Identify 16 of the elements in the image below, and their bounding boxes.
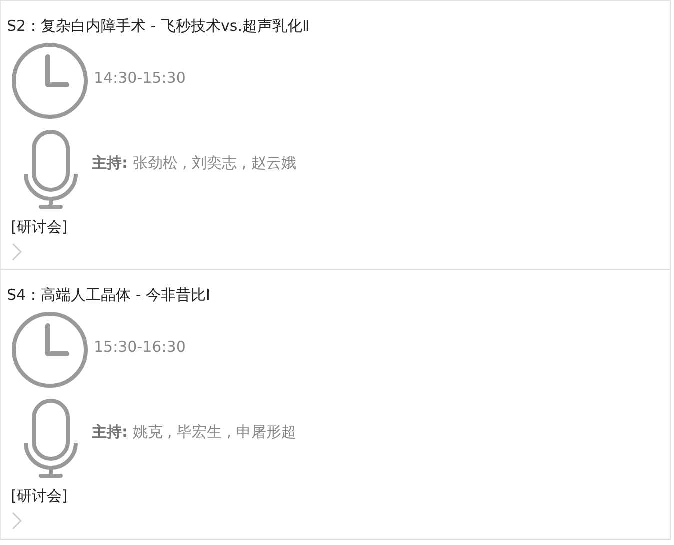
session-time: 15:30-16:30 (94, 338, 186, 356)
clock-icon (11, 311, 89, 389)
clock-icon (11, 42, 89, 120)
session-time: 14:30-15:30 (94, 69, 186, 87)
session-hosts: 主持: 姚克 , 毕宏生 , 申屠形超 (92, 422, 296, 442)
session-hosts: 主持: 张劲松 , 刘奕志 , 赵云娥 (92, 154, 296, 172)
chevron-right-icon[interactable] (12, 243, 22, 261)
session-title: S4：高端人工晶体 - 今非昔比Ⅰ (7, 286, 212, 305)
session-title: S2：复杂白内障手术 - 飞秒技术vs.超声乳化Ⅱ (7, 17, 311, 36)
microphone-icon (24, 399, 78, 479)
session-type: [研讨会] (11, 218, 68, 237)
session-type: [研讨会] (11, 487, 68, 506)
session-card[interactable]: S2：复杂白内障手术 - 飞秒技术vs.超声乳化Ⅱ 14:30-15:30 主持: 张劲松 , 刘奕志 , 赵云娥 [研讨会] (0, 0, 671, 269)
microphone-icon (24, 130, 78, 210)
session-card[interactable]: S4：高端人工晶体 - 今非昔比Ⅰ 15:30-16:30 主持: 姚克 , 毕宏生 , 申屠形超 [研讨会] (0, 269, 671, 540)
chevron-right-icon[interactable] (12, 512, 22, 530)
